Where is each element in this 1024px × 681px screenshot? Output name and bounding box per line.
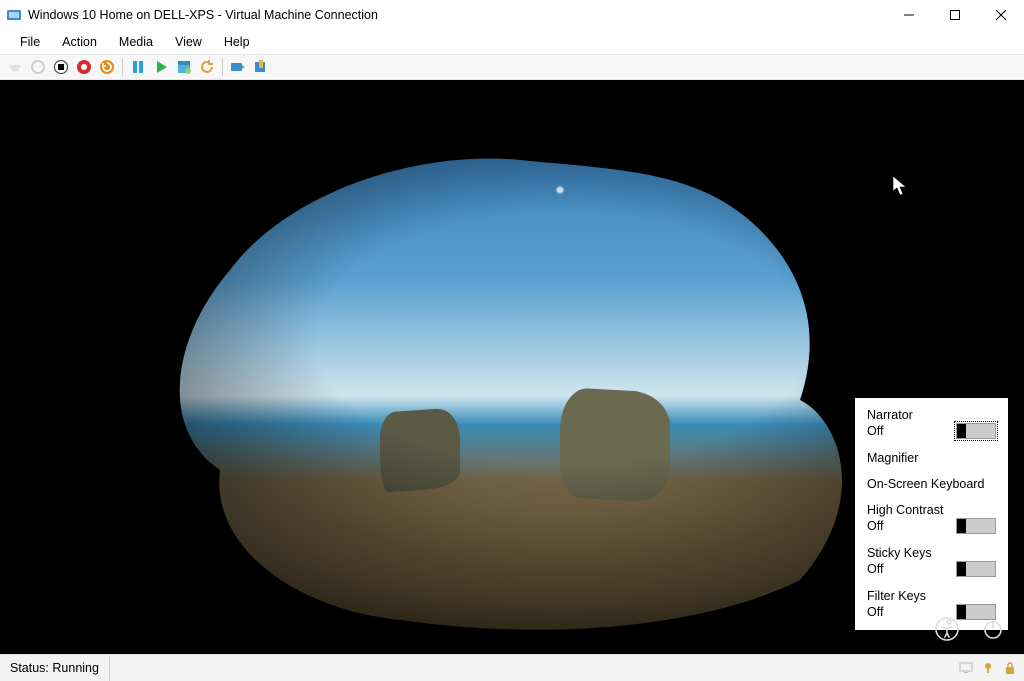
maximize-button[interactable]	[932, 0, 978, 30]
ctrl-alt-del-icon[interactable]	[6, 58, 24, 76]
narrator-state: Off	[867, 424, 883, 438]
start-icon[interactable]	[152, 58, 170, 76]
status-bar: Status: Running	[0, 654, 1024, 681]
mouse-cursor	[893, 176, 907, 201]
toolbar-separator	[122, 58, 123, 76]
minimize-button[interactable]	[886, 0, 932, 30]
enhanced-session-icon[interactable]	[252, 58, 270, 76]
menu-action[interactable]: Action	[52, 33, 107, 51]
menu-bar: File Action Media View Help	[0, 30, 1024, 54]
ease-of-access-panel: Narrator Off Magnifier On-Screen Keyboar…	[855, 398, 1008, 630]
display-config-icon[interactable]	[958, 660, 974, 676]
menu-file[interactable]: File	[10, 33, 50, 51]
power-icon[interactable]	[980, 616, 1006, 642]
share-icon[interactable]	[229, 58, 247, 76]
high-contrast-toggle[interactable]	[956, 518, 996, 534]
shutdown-icon[interactable]	[75, 58, 93, 76]
sticky-keys-label: Sticky Keys	[867, 546, 996, 560]
ease-of-access-icon[interactable]	[934, 616, 960, 642]
window-controls	[886, 0, 1024, 30]
menu-view[interactable]: View	[165, 33, 212, 51]
sticky-keys-state: Off	[867, 562, 883, 576]
menu-media[interactable]: Media	[109, 33, 163, 51]
toolbar-separator	[222, 58, 223, 76]
lockscreen-corner-buttons	[934, 616, 1006, 642]
turnoff-icon[interactable]	[52, 58, 70, 76]
narrator-label: Narrator	[867, 408, 996, 422]
revert-icon[interactable]	[198, 58, 216, 76]
narrator-toggle[interactable]	[956, 423, 996, 439]
high-contrast-label: High Contrast	[867, 503, 996, 517]
filter-keys-label: Filter Keys	[867, 589, 996, 603]
sticky-keys-toggle[interactable]	[956, 561, 996, 577]
vm-display[interactable]: Narrator Off Magnifier On-Screen Keyboar…	[0, 80, 1024, 654]
window-title: Windows 10 Home on DELL-XPS - Virtual Ma…	[28, 8, 886, 22]
menu-help[interactable]: Help	[214, 33, 260, 51]
magnifier-button[interactable]: Magnifier	[867, 451, 918, 465]
pause-icon[interactable]	[129, 58, 147, 76]
checkpoint-icon[interactable]	[175, 58, 193, 76]
filter-keys-state: Off	[867, 605, 883, 619]
window-titlebar: Windows 10 Home on DELL-XPS - Virtual Ma…	[0, 0, 1024, 30]
on-screen-keyboard-button[interactable]: On-Screen Keyboard	[867, 477, 984, 491]
high-contrast-state: Off	[867, 519, 883, 533]
app-icon	[6, 7, 22, 23]
security-lock-icon[interactable]	[1002, 660, 1018, 676]
power-off-icon[interactable]	[29, 58, 47, 76]
close-button[interactable]	[978, 0, 1024, 30]
audio-icon[interactable]	[980, 660, 996, 676]
status-text: Status: Running	[0, 655, 110, 681]
reset-icon[interactable]	[98, 58, 116, 76]
toolbar	[0, 54, 1024, 80]
